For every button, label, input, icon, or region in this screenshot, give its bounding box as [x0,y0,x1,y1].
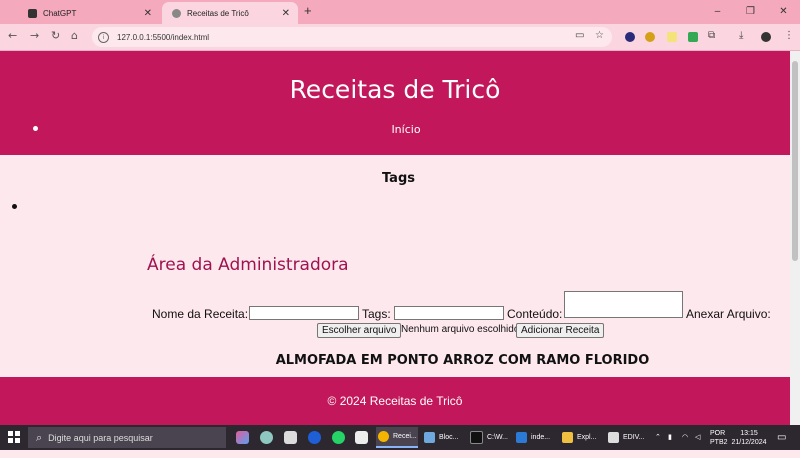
scrollbar-thumb[interactable] [792,61,798,261]
notepad-icon [424,432,435,443]
recipe-title: ALMOFADA EM PONTO ARROZ COM RAMO FLORIDO [275,353,650,368]
new-tab-icon[interactable]: + [304,3,312,18]
show-hidden-icons-icon[interactable]: ⌃ [655,433,661,458]
recipe-name-label: Nome da Receita: [152,307,249,321]
document-icon [608,432,619,443]
globe-favicon-icon [172,8,181,18]
add-recipe-form: Nome da Receita: Tags: Conteúdo: Anexar … [152,290,772,321]
taskbar-app-label: Expl... [577,434,597,441]
language-indicator[interactable]: POR PTB2 [710,429,728,454]
extension-icon[interactable] [625,32,635,42]
taskbar-app-vscode[interactable]: inde... [514,427,558,448]
copilot-icon[interactable] [236,431,249,444]
taskbar-app-chrome[interactable]: Recei... [376,427,418,448]
taskbar-app-ediv[interactable]: EDIV... [606,427,650,448]
clock[interactable]: 13:15 21/12/2024 [730,429,768,454]
no-file-chosen-text: Nenhum arquivo escolhido [401,324,520,335]
extension-icon[interactable] [667,32,677,42]
taskbar-app-terminal[interactable]: C:\W... [468,427,512,448]
taskbar-search[interactable]: ⌕ Digite aqui para pesquisar [28,427,226,448]
forward-icon[interactable]: → [30,29,39,42]
bookmark-star-icon[interactable]: ☆ [595,30,604,41]
app-icon[interactable] [355,431,368,444]
url-text: 127.0.0.1:5500/index.html [117,32,210,42]
page-scrollbar[interactable] [790,51,800,425]
cast-icon[interactable]: ▭ [575,30,584,41]
windows-start-icon[interactable] [8,431,20,443]
minimize-icon[interactable]: – [701,0,734,24]
extension-icon[interactable] [688,32,698,42]
browser-toolbar: ← → ↻ ⌂ i 127.0.0.1:5500/index.html ▭ ☆ … [0,24,800,51]
network-icon[interactable]: ▮ [668,433,672,458]
download-icon[interactable]: ⤓ [739,30,743,41]
store-icon[interactable] [284,431,297,444]
menu-kebab-icon[interactable]: ⋮ [784,30,794,41]
admin-heading: Área da Administradora [147,255,349,275]
attach-file-label: Anexar Arquivo: [686,307,771,321]
tags-heading: Tags [381,171,415,186]
volume-icon[interactable]: ◁ [695,433,700,458]
language-code: POR [710,430,726,437]
close-tab-icon[interactable]: ✕ [282,8,290,19]
keyboard-layout: PTB2 [710,439,728,446]
back-icon[interactable]: ← [8,29,17,42]
windows-taskbar: ⌕ Digite aqui para pesquisar Recei... Bl… [0,425,800,450]
taskbar-app-explorer[interactable]: Expl... [560,427,604,448]
home-icon[interactable]: ⌂ [71,29,78,42]
taskbar-app-notepad[interactable]: Bloc... [422,427,466,448]
tab-title: ChatGPT [43,8,77,18]
site-header: Receitas de Tricô Início [0,51,790,155]
taskbar-app-label: Recei... [393,433,417,440]
wifi-icon[interactable]: ◠ [682,433,688,458]
taskbar-app-label: EDIV... [623,434,645,441]
recipe-name-input[interactable] [249,306,359,320]
clock-date: 21/12/2024 [731,439,767,446]
search-icon: ⌕ [36,430,43,444]
terminal-icon [470,431,483,444]
notifications-icon[interactable]: ▭ [777,432,786,457]
chatgpt-favicon-icon [28,8,37,18]
search-placeholder: Digite aqui para pesquisar [48,432,153,443]
extension-icon[interactable] [645,32,655,42]
nav-link-inicio[interactable]: Início [0,123,790,136]
tags-label: Tags: [362,307,391,321]
page-viewport: Receitas de Tricô Início Tags Área da Ad… [0,51,790,425]
close-window-icon[interactable]: ✕ [767,0,800,24]
site-title: Receitas de Tricô [289,75,501,104]
reload-icon[interactable]: ↻ [51,29,60,42]
tags-input[interactable] [394,306,504,320]
vscode-icon [516,432,527,443]
tab-title: Receitas de Tricô [187,8,249,18]
tags-list-bullet [12,204,17,209]
taskbar-app-label: Bloc... [439,434,459,441]
taskbar-app-label: inde... [531,434,551,441]
content-textarea[interactable] [564,291,683,318]
tab-chatgpt[interactable]: ChatGPT ✕ [18,2,160,24]
add-recipe-button[interactable]: Adicionar Receita [516,323,605,338]
tab-strip: ChatGPT ✕ Receitas de Tricô ✕ + – ❐ ✕ [0,0,800,24]
chrome-icon [378,431,389,442]
footer-copyright: © 2024 Receitas de Tricô [327,394,463,408]
close-tab-icon[interactable]: ✕ [144,8,152,19]
whatsapp-icon[interactable] [332,431,345,444]
extensions-puzzle-icon[interactable]: ⧉ [708,30,715,41]
clock-time: 13:15 [740,430,758,437]
taskbar-app-label: C:\W... [487,434,508,441]
window-controls: – ❐ ✕ [701,0,800,24]
profile-avatar-icon[interactable] [761,32,771,42]
content-label: Conteúdo: [507,307,563,321]
site-info-icon[interactable]: i [98,31,109,43]
folder-icon [562,432,573,443]
chatgpt-app-icon[interactable] [260,431,273,444]
maximize-icon[interactable]: ❐ [734,0,767,24]
tab-receitas[interactable]: Receitas de Tricô ✕ [162,2,298,24]
choose-file-button[interactable]: Escolher arquivo [317,323,402,338]
app-icon[interactable] [308,431,321,444]
address-bar[interactable]: i 127.0.0.1:5500/index.html [92,27,612,47]
